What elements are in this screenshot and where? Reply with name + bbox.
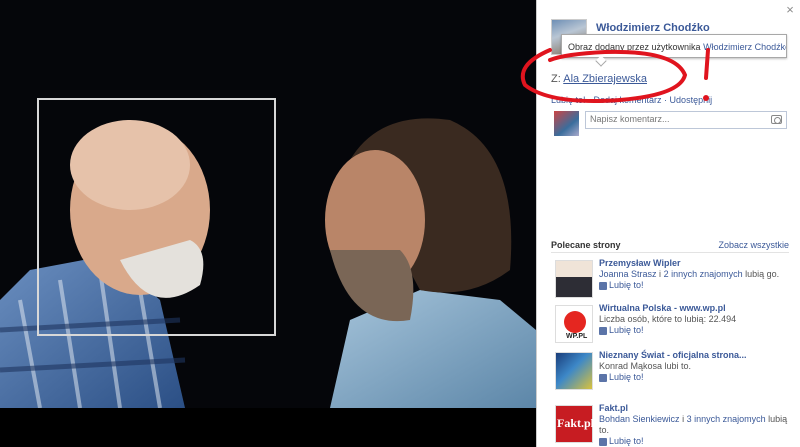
suggested-pages-title: Polecane strony — [551, 240, 621, 250]
like-label: Lubię to! — [609, 325, 644, 335]
tooltip: Obraz dodany przez użytkownika Włodzimie… — [561, 34, 787, 58]
from-label: Z: — [551, 73, 561, 85]
like-label: Lubię to! — [609, 280, 644, 290]
tooltip-text: Obraz dodany przez użytkownika — [568, 42, 704, 52]
suggested-page-item: Przemysław Wipler Joanna Strasz i 2 inny… — [555, 258, 791, 302]
side-panel: × Włodzimierz Chodźko Obraz dodany przez… — [536, 0, 800, 447]
face-tag-box[interactable] — [37, 98, 276, 336]
photo-footer-strip — [0, 408, 536, 447]
see-all-link[interactable]: Zobacz wszystkie — [718, 240, 789, 250]
thumbs-up-icon — [599, 373, 607, 382]
comment-input[interactable]: Napisz komentarz... — [585, 111, 787, 129]
page-thumbnail[interactable]: Fakt.pl — [555, 405, 595, 443]
fakt-logo-text: Fakt.pl — [557, 416, 595, 430]
close-icon[interactable]: × — [784, 3, 796, 16]
page-social-info: Liczba osób, które to lubią: 22.494 — [599, 314, 737, 324]
wp-logo-icon — [564, 311, 586, 333]
friends-count-link[interactable]: 3 innych znajomych — [687, 414, 766, 424]
thumbs-up-icon — [599, 326, 607, 335]
friend-link[interactable]: Bohdan Sienkiewicz — [599, 414, 680, 424]
like-button[interactable]: Lubię to! — [599, 372, 644, 383]
owner-name-link[interactable]: Włodzimierz Chodźko — [596, 22, 710, 34]
info-suffix: lubią go. — [742, 269, 780, 279]
wp-logo-text: WP.PL — [566, 333, 588, 340]
page-social-info: Bohdan Sienkiewicz i 3 innych znajomych … — [599, 414, 791, 436]
suggested-page-item: Fakt.pl Fakt.pl Bohdan Sienkiewicz i 3 i… — [555, 403, 791, 447]
comment-placeholder: Napisz komentarz... — [590, 114, 670, 124]
friend-link[interactable]: Joanna Strasz — [599, 269, 657, 279]
like-button[interactable]: Lubię to! — [599, 436, 644, 447]
page-name-link[interactable]: Przemysław Wipler — [599, 258, 791, 269]
photo-actions[interactable]: Lubię to! · Dodaj komentarz · Udostępnij — [551, 95, 712, 105]
page-social-info: Joanna Strasz i 2 innych znajomych lubią… — [599, 269, 791, 280]
page-social-info: Konrad Mąkosa lubi to. — [599, 361, 692, 371]
thumbs-up-icon — [599, 437, 607, 446]
info-joiner: i — [679, 414, 687, 424]
divider — [551, 252, 789, 253]
suggested-page-item: Nieznany Świat - oficjalna strona... Kon… — [555, 350, 791, 394]
photo[interactable] — [0, 0, 536, 408]
info-joiner: i — [656, 269, 664, 279]
thumbs-up-icon — [599, 281, 607, 290]
like-label: Lubię to! — [609, 436, 644, 446]
like-button[interactable]: Lubię to! — [599, 280, 644, 291]
suggested-page-item: WP.PL Wirtualna Polska - www.wp.pl Liczb… — [555, 303, 791, 347]
page-thumbnail[interactable] — [555, 260, 593, 298]
tooltip-owner-link[interactable]: Włodzimierz Chodźko — [703, 42, 786, 52]
like-label: Lubię to! — [609, 372, 644, 382]
suggested-pages-header: Polecane strony Zobacz wszystkie — [551, 240, 789, 250]
page-thumbnail[interactable]: WP.PL — [555, 305, 593, 343]
camera-icon[interactable] — [771, 115, 782, 124]
friends-count-link[interactable]: 2 innych znajomych — [664, 269, 743, 279]
tagged-from-line: Z: Ala Zbierajewska — [551, 73, 647, 85]
page-name-link[interactable]: Fakt.pl — [599, 403, 791, 414]
commenter-avatar — [554, 111, 579, 136]
actions-text[interactable]: Lubię to! · Dodaj komentarz · Udostępnij — [551, 95, 712, 105]
page-name-link[interactable]: Nieznany Świat - oficjalna strona... — [599, 350, 791, 361]
from-person-link[interactable]: Ala Zbierajewska — [563, 73, 647, 85]
like-button[interactable]: Lubię to! — [599, 325, 644, 336]
page-thumbnail[interactable] — [555, 352, 593, 390]
page-name-link[interactable]: Wirtualna Polska - www.wp.pl — [599, 303, 791, 314]
